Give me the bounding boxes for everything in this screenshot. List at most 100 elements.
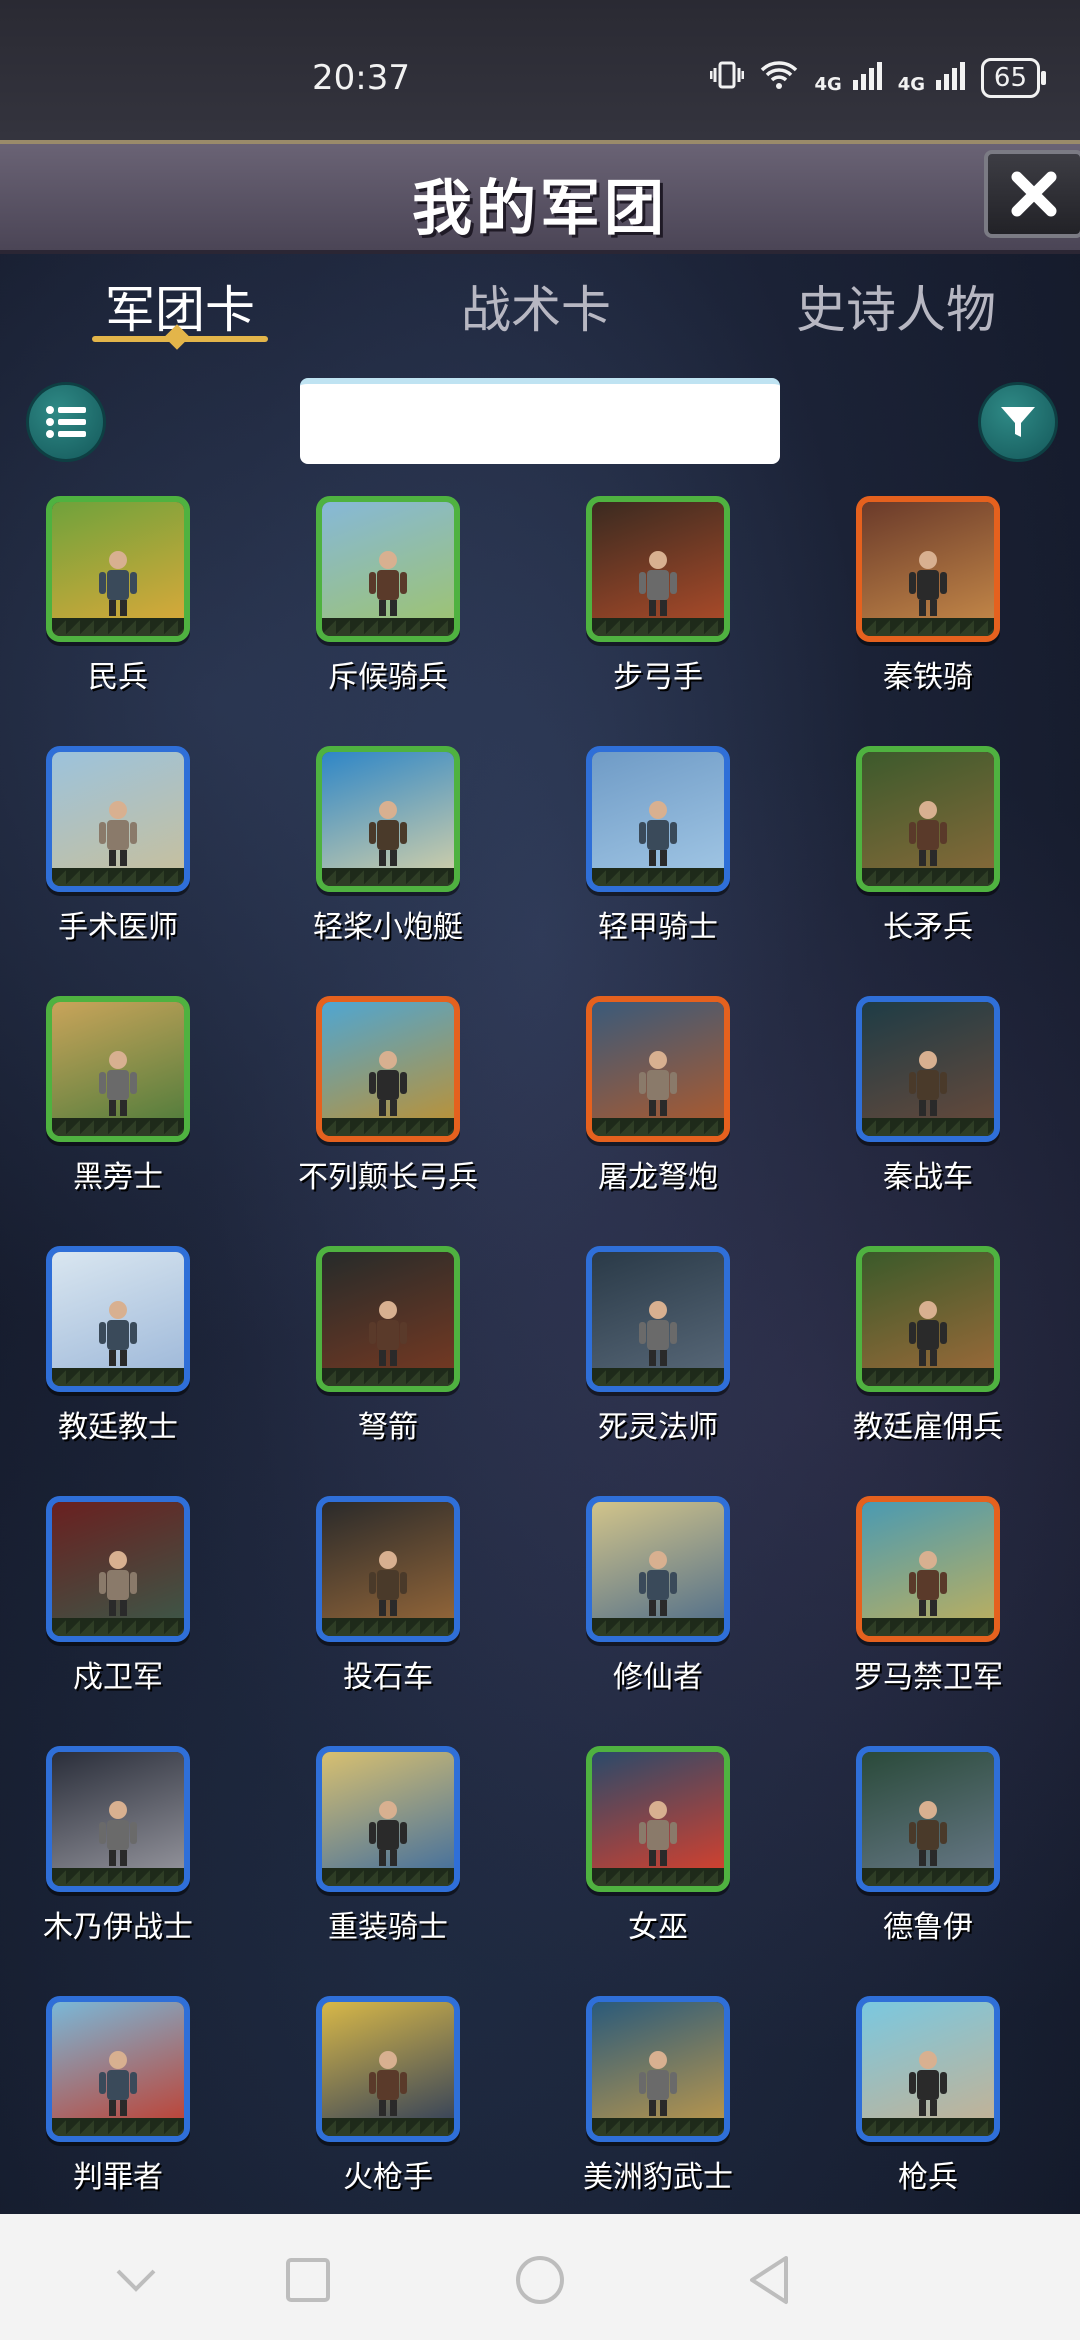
legion-card[interactable]: 教廷教士: [4, 1246, 204, 1476]
nav-collapse-button[interactable]: [104, 2248, 168, 2312]
legion-card[interactable]: 不列颠长弓兵: [274, 996, 478, 1226]
card-grass-strip: [862, 1118, 994, 1136]
card-portrait: [862, 502, 994, 636]
card-name: 德鲁伊: [883, 1910, 973, 1945]
card-grass-strip: [592, 1868, 724, 1886]
legion-card[interactable]: 修仙者: [544, 1496, 744, 1726]
list-view-button[interactable]: [26, 382, 106, 462]
card-grass-strip: [592, 1118, 724, 1136]
card-portrait-frame: [316, 746, 460, 892]
legion-card[interactable]: 美洲豹武士: [544, 1996, 744, 2226]
legion-card[interactable]: 屠龙弩炮: [544, 996, 744, 1226]
legion-card[interactable]: 轻桨小炮艇: [274, 746, 474, 976]
legion-card[interactable]: 罗马禁卫军: [814, 1496, 1014, 1726]
card-name: 轻甲骑士: [598, 910, 718, 945]
legion-card[interactable]: 手术医师: [4, 746, 204, 976]
card-grass-strip: [862, 1618, 994, 1636]
card-portrait: [592, 752, 724, 886]
card-name: 死灵法师: [598, 1410, 718, 1445]
card-grass-strip: [52, 1618, 184, 1636]
unit-figure-icon: [369, 1301, 407, 1366]
card-portrait: [592, 1502, 724, 1636]
card-portrait: [322, 502, 454, 636]
legion-card[interactable]: 重装骑士: [274, 1746, 474, 1976]
unit-figure-icon: [99, 1801, 137, 1866]
legion-card[interactable]: 秦战车: [814, 996, 1014, 1226]
card-grass-strip: [322, 1618, 454, 1636]
card-grass-strip: [52, 1868, 184, 1886]
unit-figure-icon: [369, 1801, 407, 1866]
unit-figure-icon: [639, 1051, 677, 1116]
card-name: 秦铁骑: [883, 660, 973, 695]
card-grass-strip: [862, 868, 994, 886]
card-portrait: [592, 1752, 724, 1886]
card-grass-strip: [862, 618, 994, 636]
card-name: 戍卫军: [73, 1660, 163, 1695]
legion-card[interactable]: 秦铁骑: [814, 496, 1014, 726]
card-portrait-frame: [316, 1246, 460, 1392]
close-button[interactable]: [984, 150, 1080, 238]
tab-epic-heroes[interactable]: 史诗人物: [746, 270, 1046, 342]
card-grass-strip: [52, 2118, 184, 2136]
card-grass-strip: [322, 618, 454, 636]
legion-card[interactable]: 女巫: [544, 1746, 744, 1976]
filter-icon: [1001, 407, 1035, 437]
card-portrait-frame: [856, 1246, 1000, 1392]
legion-card[interactable]: 火枪手: [274, 1996, 474, 2226]
card-name: 枪兵: [898, 2160, 958, 2195]
square-icon: [286, 2258, 330, 2302]
nav-back-button[interactable]: [738, 2248, 802, 2312]
card-portrait: [322, 1252, 454, 1386]
card-name: 斥候骑兵: [328, 660, 448, 695]
legion-card[interactable]: 长矛兵: [814, 746, 1014, 976]
legion-card[interactable]: 戍卫军: [4, 1496, 204, 1726]
unit-figure-icon: [99, 1551, 137, 1616]
legion-card[interactable]: 教廷雇佣兵: [814, 1246, 1014, 1476]
unit-figure-icon: [369, 2051, 407, 2116]
card-name: 木乃伊战士: [43, 1910, 193, 1945]
nav-recents-button[interactable]: [276, 2248, 340, 2312]
legion-card[interactable]: 斥候骑兵: [274, 496, 474, 726]
card-grass-strip: [52, 1118, 184, 1136]
card-portrait: [862, 1502, 994, 1636]
nav-home-button[interactable]: [508, 2248, 572, 2312]
card-grass-strip: [592, 2118, 724, 2136]
legion-card[interactable]: 德鲁伊: [814, 1746, 1014, 1976]
card-portrait-frame: [586, 1246, 730, 1392]
card-portrait: [862, 1002, 994, 1136]
card-name: 美洲豹武士: [583, 2160, 733, 2195]
filter-button[interactable]: [978, 382, 1058, 462]
tab-tactic-cards[interactable]: 战术卡: [386, 270, 686, 342]
vibrate-icon: [709, 60, 745, 97]
legion-card[interactable]: 民兵: [4, 496, 204, 726]
legion-card[interactable]: 轻甲骑士: [544, 746, 744, 976]
legion-card[interactable]: 判罪者: [4, 1996, 204, 2226]
legion-card[interactable]: 步弓手: [544, 496, 744, 726]
legion-card[interactable]: 弩箭: [274, 1246, 474, 1476]
card-portrait-frame: [46, 1496, 190, 1642]
network-type-1: 4G: [814, 73, 842, 95]
unit-figure-icon: [99, 801, 137, 866]
unit-figure-icon: [909, 1551, 947, 1616]
card-name: 不列颠长弓兵: [298, 1160, 478, 1195]
legion-card[interactable]: 黑旁士: [4, 996, 204, 1226]
card-portrait-frame: [316, 1996, 460, 2142]
card-portrait-frame: [586, 1746, 730, 1892]
card-portrait: [52, 1502, 184, 1636]
card-grass-strip: [322, 2118, 454, 2136]
legion-card[interactable]: 投石车: [274, 1496, 474, 1726]
card-portrait: [862, 1252, 994, 1386]
legion-card[interactable]: 死灵法师: [544, 1246, 744, 1476]
unit-figure-icon: [639, 1801, 677, 1866]
legion-card[interactable]: 木乃伊战士: [4, 1746, 204, 1976]
search-input[interactable]: [300, 378, 780, 464]
card-portrait-frame: [586, 746, 730, 892]
status-icons: 4G 4G 65: [709, 58, 1047, 98]
card-name: 投石车: [343, 1660, 433, 1695]
status-bar: 20:37 4G 4G 65: [0, 0, 1080, 140]
card-portrait-frame: [316, 1496, 460, 1642]
legion-card[interactable]: 枪兵: [814, 1996, 1014, 2226]
circle-icon: [516, 2256, 564, 2304]
card-grass-strip: [52, 1368, 184, 1386]
status-time: 20:37: [312, 58, 410, 98]
